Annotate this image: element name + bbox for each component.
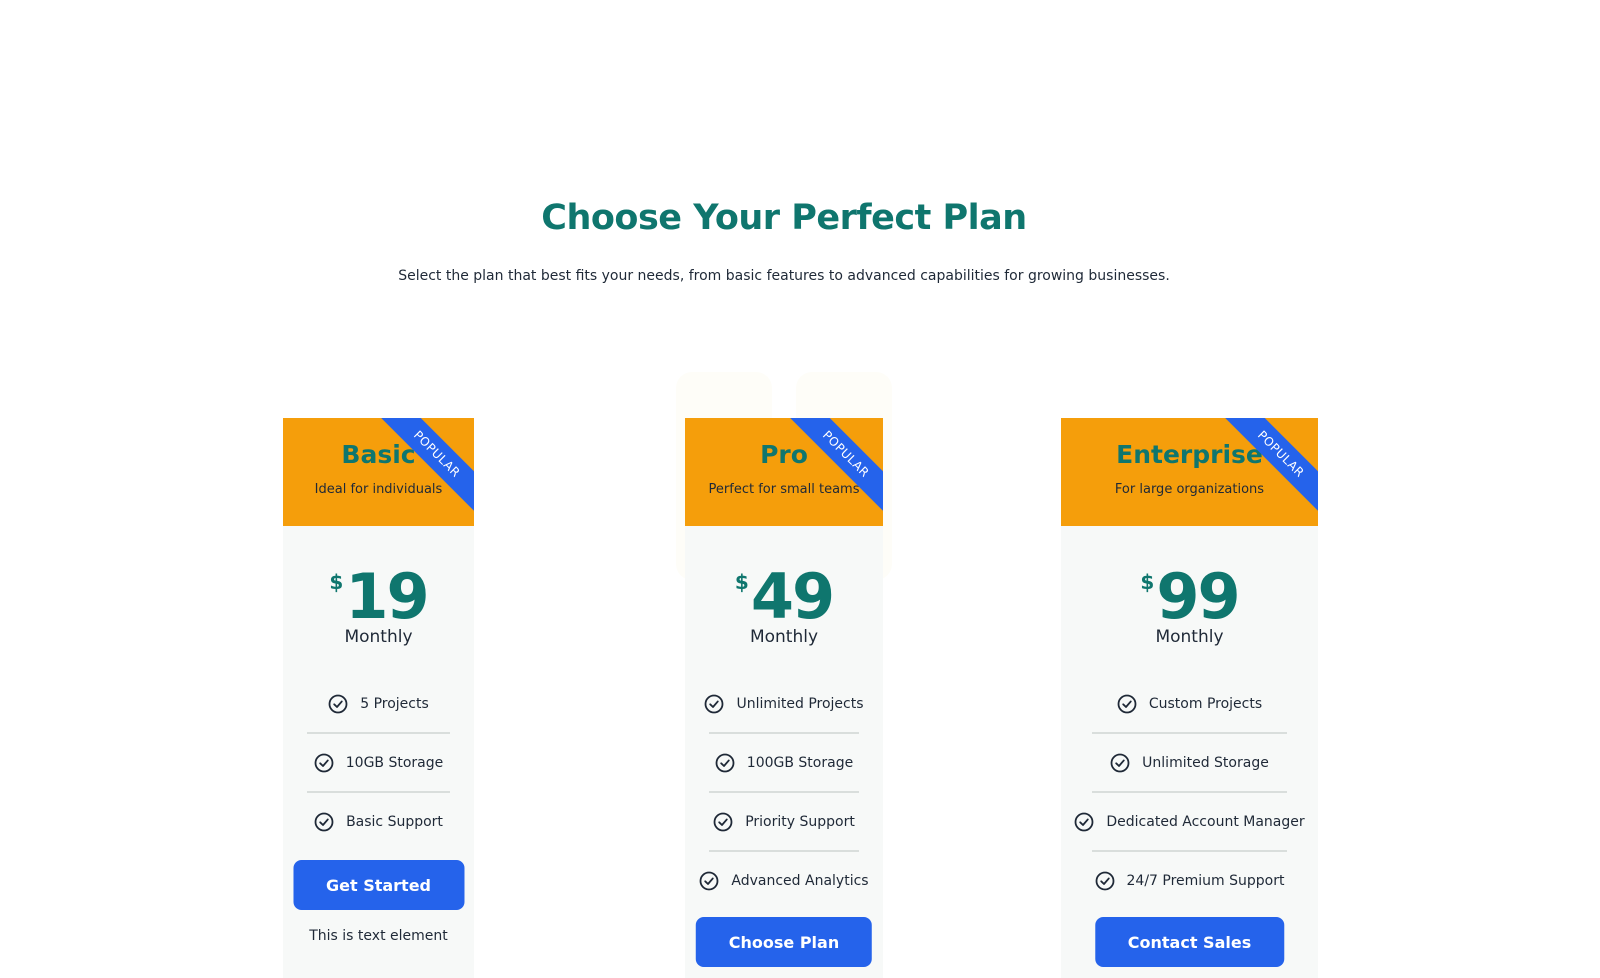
check-circle-icon	[705, 694, 724, 714]
choose-plan-button[interactable]: Choose Plan	[695, 917, 873, 967]
feature-list: Unlimited Projects 100GB Storage Priorit…	[700, 676, 869, 910]
feature-label: 100GB Storage	[746, 755, 854, 771]
plan-card-enterprise: Enterprise For large organizations POPUL…	[1061, 418, 1318, 978]
check-circle-icon	[715, 753, 735, 773]
price-amount: 49	[750, 560, 835, 633]
feature-label: 24/7 Premium Support	[1126, 873, 1285, 889]
feature-list: 5 Projects 10GB Storage Basic Support	[307, 676, 450, 851]
plan-header: Pro Perfect for small teams POPULAR	[685, 418, 883, 526]
price-amount: 99	[1156, 560, 1240, 633]
plan-card-basic: Basic Ideal for individuals POPULAR $19 …	[283, 418, 474, 978]
feature-item: 5 Projects	[307, 676, 450, 734]
plan-price: $49	[685, 566, 883, 628]
feature-item: Priority Support	[709, 794, 859, 852]
check-circle-icon	[713, 812, 733, 832]
check-circle-icon	[700, 871, 719, 891]
feature-label: Custom Projects	[1148, 696, 1263, 712]
feature-label: Basic Support	[346, 814, 443, 830]
feature-item: Unlimited Storage	[1092, 735, 1287, 793]
check-circle-icon	[314, 812, 334, 832]
plan-description: Perfect for small teams	[708, 482, 860, 497]
feature-label: 5 Projects	[360, 696, 429, 712]
plan-price: $19	[283, 566, 474, 628]
feature-item: Dedicated Account Manager	[1074, 794, 1305, 852]
check-circle-icon	[1074, 812, 1094, 832]
feature-item: Custom Projects	[1092, 676, 1287, 734]
currency-symbol: $	[329, 570, 344, 594]
feature-label: 10GB Storage	[345, 755, 444, 771]
page-title: Choose Your Perfect Plan	[541, 198, 1027, 238]
plan-description: Ideal for individuals	[314, 482, 443, 497]
feature-item: 24/7 Premium Support	[1092, 853, 1287, 909]
billing-period: Monthly	[344, 627, 413, 647]
plan-description: For large organizations	[1114, 482, 1265, 497]
price-amount: 19	[345, 560, 429, 633]
feature-label: Dedicated Account Manager	[1106, 814, 1305, 830]
plan-header: Enterprise For large organizations POPUL…	[1061, 418, 1318, 526]
billing-period: Monthly	[1155, 627, 1224, 647]
check-circle-icon	[1117, 694, 1137, 714]
plan-header: Basic Ideal for individuals POPULAR	[283, 418, 474, 526]
feature-label: Priority Support	[745, 814, 855, 830]
feature-item: Unlimited Projects	[705, 676, 864, 734]
feature-item: 10GB Storage	[307, 735, 450, 793]
currency-symbol: $	[734, 570, 749, 594]
feature-list: Custom Projects Unlimited Storage Dedica…	[1074, 676, 1305, 910]
text-element: This is text element	[309, 928, 448, 944]
currency-symbol: $	[1140, 570, 1155, 594]
billing-period: Monthly	[749, 627, 819, 647]
plan-price: $99	[1061, 566, 1318, 628]
contact-sales-button[interactable]: Contact Sales	[1094, 917, 1285, 967]
get-started-button[interactable]: Get Started	[292, 860, 465, 910]
check-circle-icon	[314, 753, 334, 773]
check-circle-icon	[1095, 871, 1114, 891]
feature-item: Advanced Analytics	[700, 853, 869, 909]
feature-item: 100GB Storage	[709, 735, 859, 793]
check-circle-icon	[1110, 753, 1130, 773]
check-circle-icon	[328, 694, 348, 714]
feature-item: Basic Support	[307, 794, 450, 850]
feature-label: Unlimited Projects	[736, 696, 864, 712]
feature-label: Advanced Analytics	[731, 873, 869, 889]
page-subtitle: Select the plan that best fits your need…	[398, 268, 1170, 284]
plan-card-pro: Pro Perfect for small teams POPULAR $49 …	[685, 418, 883, 978]
feature-label: Unlimited Storage	[1142, 755, 1269, 771]
